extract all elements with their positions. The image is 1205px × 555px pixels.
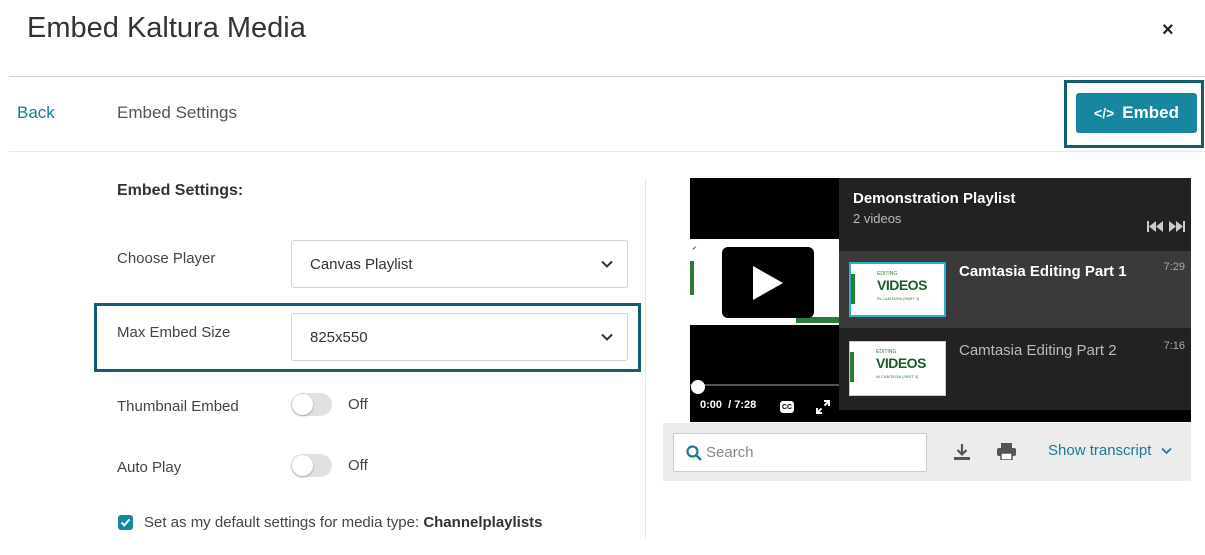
checkmark-icon [120, 518, 131, 527]
thumb-big-text: VIDEOS [876, 355, 926, 371]
breadcrumb: Embed Settings [117, 103, 238, 122]
default-settings-prefix: Set as my default settings for media typ… [144, 514, 420, 531]
thumb-sub-text: IN CAMTASIA (PART 2) [876, 374, 919, 379]
scrub-handle[interactable] [691, 380, 705, 394]
cc-icon[interactable]: CC [780, 401, 794, 413]
thumbnail-embed-state: Off [348, 396, 368, 413]
auto-play-state: Off [348, 457, 368, 474]
thumb-greenbar [851, 274, 855, 304]
dialog-title: Embed Kaltura Media [27, 12, 306, 44]
playlist-item-duration: 7:16 [1163, 340, 1185, 352]
default-settings-label: Set as my default settings for media typ… [144, 514, 543, 531]
video-thumbnail: EDITING VIDEOS IN CAMTASIA (PART 2) [849, 341, 946, 396]
play-button[interactable] [722, 247, 814, 318]
playlist-nav [1147, 221, 1185, 232]
column-divider [645, 178, 646, 538]
choose-player-label: Choose Player [117, 250, 216, 267]
time-total: / 7:28 [728, 399, 757, 411]
thumb-sub-text: IN CAMTASIA (PART 1) [877, 296, 920, 301]
transcript-search-input[interactable]: Search [673, 433, 927, 472]
show-transcript-button[interactable]: Show transcript [1048, 442, 1172, 459]
embed-button-label: Embed [1122, 103, 1179, 122]
toggle-knob [292, 455, 313, 476]
toggle-knob [292, 394, 313, 415]
chevron-down-icon [601, 260, 613, 268]
embed-button[interactable]: </> Embed [1076, 93, 1197, 133]
fullscreen-icon[interactable] [816, 400, 830, 414]
video-logo: ✔ [692, 246, 698, 252]
playlist-item-duration: 7:29 [1163, 261, 1185, 273]
default-settings-media-type: Channelplaylists [423, 514, 543, 531]
search-icon [686, 445, 702, 461]
chevron-down-icon [1161, 447, 1172, 454]
next-icon[interactable] [1169, 221, 1185, 232]
playlist-count: 2 videos [853, 211, 902, 226]
show-transcript-label: Show transcript [1048, 442, 1152, 459]
code-icon: </> [1094, 105, 1115, 121]
thumbnail-embed-label: Thumbnail Embed [117, 398, 239, 415]
back-link[interactable]: Back [17, 103, 55, 123]
playlist-panel: Demonstration Playlist 2 videos EDITING … [839, 178, 1191, 410]
nav-divider [9, 151, 1205, 152]
search-placeholder: Search [706, 444, 754, 461]
playlist-item[interactable]: EDITING VIDEOS IN CAMTASIA (PART 1) Camt… [839, 251, 1191, 328]
playlist-title: Demonstration Playlist [853, 190, 1016, 207]
max-embed-size-value: 825x550 [310, 328, 368, 346]
close-icon[interactable]: × [1162, 20, 1174, 40]
max-embed-size-label: Max Embed Size [117, 324, 231, 341]
time-current: 0:00 [700, 399, 723, 411]
video-thumbnail: EDITING VIDEOS IN CAMTASIA (PART 1) [849, 262, 946, 317]
thumb-big-text: VIDEOS [877, 277, 927, 293]
time-readout: 0:00 / 7:28 [700, 399, 756, 411]
download-icon[interactable] [953, 443, 971, 461]
chevron-down-icon [601, 333, 613, 341]
header-divider [9, 76, 1205, 77]
max-embed-size-select[interactable]: 825x550 [291, 313, 628, 361]
print-icon[interactable] [997, 443, 1016, 460]
previous-icon[interactable] [1147, 221, 1163, 232]
scrub-bar[interactable] [690, 384, 839, 386]
default-settings-checkbox[interactable] [118, 515, 133, 530]
playlist-player: ✔ 0:00 / 7:28 CC Demonstration Playlist … [690, 178, 1191, 422]
play-icon [753, 265, 783, 300]
choose-player-value: Canvas Playlist [310, 255, 413, 273]
auto-play-toggle[interactable] [291, 454, 332, 477]
thumb-greenbar [850, 352, 854, 382]
video-greenbar [690, 261, 694, 295]
settings-heading: Embed Settings: [117, 182, 244, 199]
playlist-item-name: Camtasia Editing Part 2 [959, 342, 1117, 359]
auto-play-label: Auto Play [117, 459, 182, 476]
choose-player-select[interactable]: Canvas Playlist [291, 240, 628, 288]
thumbnail-embed-toggle[interactable] [291, 393, 332, 416]
playlist-item[interactable]: EDITING VIDEOS IN CAMTASIA (PART 2) Camt… [839, 330, 1191, 407]
playlist-item-name: Camtasia Editing Part 1 [959, 263, 1127, 280]
